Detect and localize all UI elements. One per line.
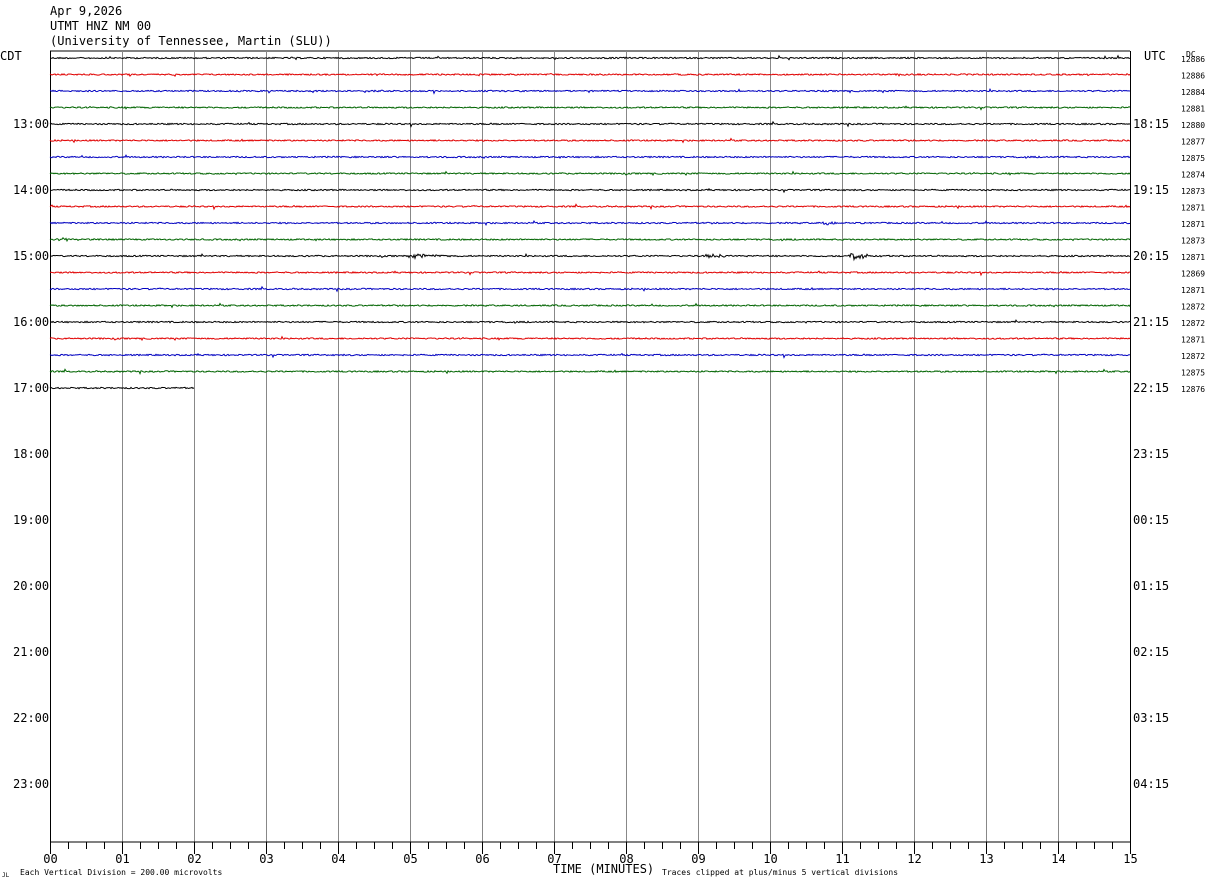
left-hour-label: 21:00	[13, 645, 49, 659]
trace-line	[49, 187, 1131, 194]
trace-dc-value: 12877	[1181, 138, 1205, 147]
trace-line	[49, 368, 1131, 375]
trace-line	[49, 120, 1131, 128]
trace-line	[49, 105, 1131, 111]
x-tick-label: 15	[1123, 852, 1137, 866]
left-hour-label: 18:00	[13, 447, 49, 461]
x-tick-label: 08	[619, 852, 633, 866]
right-timezone-label: UTC	[1144, 49, 1166, 63]
x-tick-label: 03	[259, 852, 273, 866]
right-hour-label: 18:15	[1133, 117, 1169, 131]
trace-dc-value: 12872	[1181, 352, 1205, 361]
trace-line	[49, 54, 1131, 61]
trace-dc-value: 12873	[1181, 237, 1205, 246]
trace-dc-value: 12881	[1181, 105, 1205, 114]
x-tick-label: 06	[475, 852, 489, 866]
trace-dc-value: 12871	[1181, 253, 1205, 262]
left-hour-label: 16:00	[13, 315, 49, 329]
trace-line	[49, 237, 1131, 243]
trace-line	[49, 335, 1131, 342]
left-hour-label: 23:00	[13, 777, 49, 791]
minute-gridlines	[50, 50, 1131, 854]
right-hour-label: 19:15	[1133, 183, 1169, 197]
trace-line	[49, 170, 1131, 177]
clip-note: Traces clipped at plus/minus 5 vertical …	[662, 868, 898, 877]
x-tick-label: 00	[43, 852, 57, 866]
trace-line	[49, 203, 1131, 211]
trace-dc-value: 12875	[1181, 369, 1205, 378]
trace-dc-value: 12876	[1181, 385, 1205, 394]
trace-dc-value: 12884	[1181, 88, 1205, 97]
trace-dc-value: 12874	[1181, 171, 1205, 180]
right-hour-label: 23:15	[1133, 447, 1169, 461]
trace-dc-value: 12869	[1181, 270, 1205, 279]
right-hour-label: 00:15	[1133, 513, 1169, 527]
left-hour-label: 20:00	[13, 579, 49, 593]
left-hour-label: 19:00	[13, 513, 49, 527]
seismic-traces	[49, 54, 1131, 390]
left-hour-label: 17:00	[13, 381, 49, 395]
trace-dc-value: 12872	[1181, 319, 1205, 328]
trace-dc-value: 12871	[1181, 286, 1205, 295]
trace-line	[49, 220, 1131, 226]
right-hour-label: 02:15	[1133, 645, 1169, 659]
trace-line	[49, 154, 1131, 160]
left-hour-label: 13:00	[13, 117, 49, 131]
x-tick-label: 10	[763, 852, 777, 866]
right-hour-label: 21:15	[1133, 315, 1169, 329]
trace-line	[49, 302, 1131, 309]
x-tick-label: 07	[547, 852, 561, 866]
scale-note: Each Vertical Division = 200.00 microvol…	[20, 868, 222, 877]
trace-line	[49, 87, 1131, 95]
trace-line	[49, 72, 1131, 78]
trace-line	[49, 270, 1131, 277]
x-tick-label: 11	[835, 852, 849, 866]
x-tick-label: 05	[403, 852, 417, 866]
left-hour-label: 15:00	[13, 249, 49, 263]
trace-dc-value: 12871	[1181, 220, 1205, 229]
trace-line	[49, 319, 1131, 324]
x-tick-label: 02	[187, 852, 201, 866]
trace-dc-value: 12880	[1181, 121, 1205, 130]
x-tick-label: 04	[331, 852, 345, 866]
left-timezone-label: CDT	[0, 49, 22, 63]
right-hour-label: 20:15	[1133, 249, 1169, 263]
right-hour-label: 01:15	[1133, 579, 1169, 593]
left-hour-label: 14:00	[13, 183, 49, 197]
helicorder-plot: CDT UTC DC TIME (MINUTES) Each Vertical …	[0, 49, 1205, 879]
trace-dc-value: 12886	[1181, 55, 1205, 64]
trace-line	[49, 252, 1131, 262]
x-tick-label: 14	[1051, 852, 1065, 866]
x-tick-label: 13	[979, 852, 993, 866]
x-tick-label: 12	[907, 852, 921, 866]
trace-dc-value: 12873	[1181, 187, 1205, 196]
trace-line	[49, 137, 1131, 144]
right-hour-label: 03:15	[1133, 711, 1169, 725]
corner-mark: JL	[2, 872, 10, 879]
right-hour-label: 22:15	[1133, 381, 1169, 395]
trace-dc-value: 12875	[1181, 154, 1205, 163]
trace-line	[49, 285, 1131, 293]
trace-dc-value: 12872	[1181, 303, 1205, 312]
right-hour-label: 04:15	[1133, 777, 1169, 791]
trace-dc-value: 12871	[1181, 336, 1205, 345]
trace-line	[49, 352, 1131, 359]
x-tick-label: 09	[691, 852, 705, 866]
x-axis-label: TIME (MINUTES)	[553, 862, 654, 876]
x-tick-label: 01	[115, 852, 129, 866]
left-hour-label: 22:00	[13, 711, 49, 725]
trace-dc-value: 12886	[1181, 72, 1205, 81]
trace-dc-value: 12871	[1181, 204, 1205, 213]
